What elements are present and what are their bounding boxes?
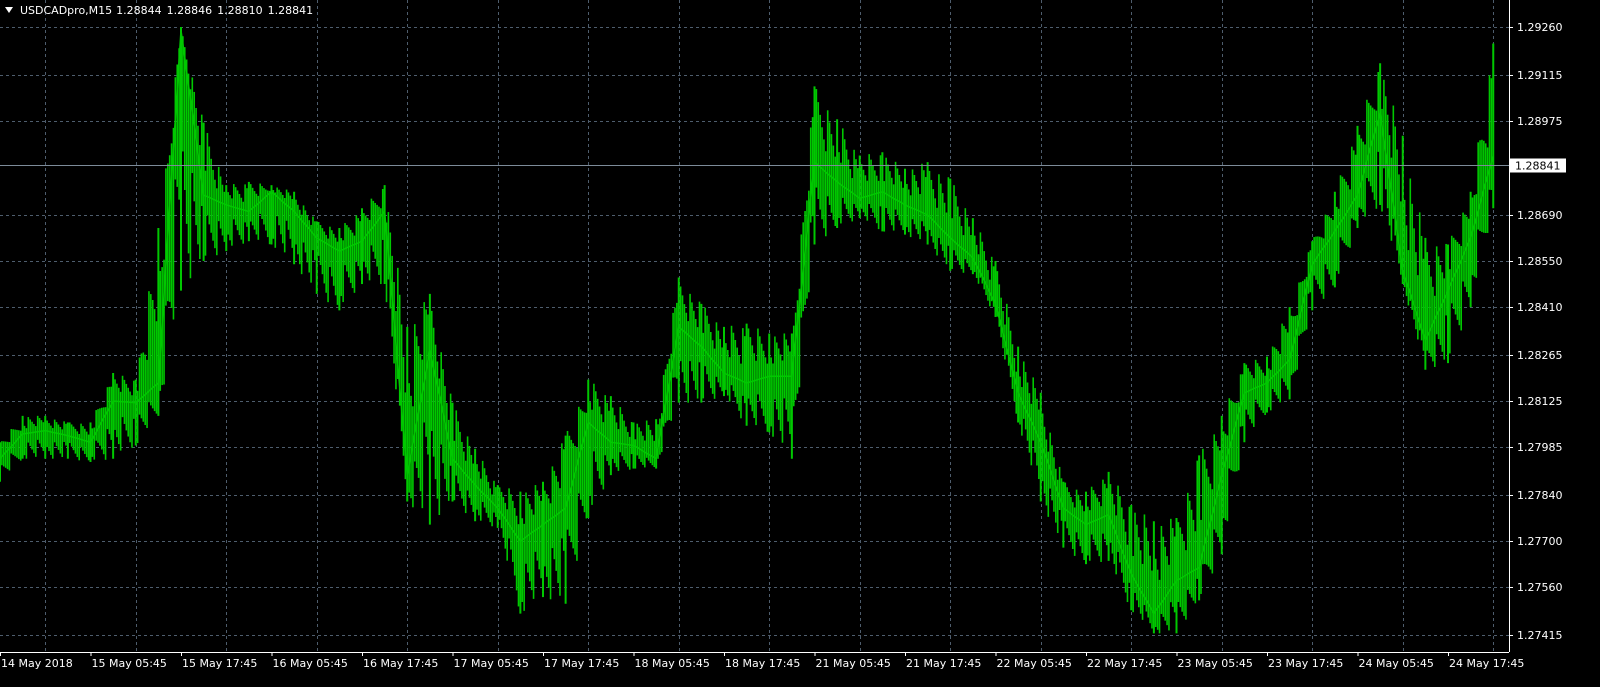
chart-menu-triangle-icon[interactable] xyxy=(5,7,13,13)
x-tick-label: 17 May 17:45 xyxy=(544,657,619,670)
high-value: 1.28846 xyxy=(166,3,213,17)
y-tick-label: 1.27415 xyxy=(1517,629,1563,642)
price-chart[interactable]: 1.28841 1.29260 1.29115 1.28975 1.28690 1.285… xyxy=(0,0,1600,687)
y-tick-label: 1.27840 xyxy=(1517,489,1563,502)
y-tick-label: 1.28550 xyxy=(1517,255,1563,268)
y-tick-label: 1.28975 xyxy=(1517,115,1563,128)
x-tick-label: 23 May 17:45 xyxy=(1268,657,1343,670)
y-tick-label: 1.28265 xyxy=(1517,349,1563,362)
x-tick-label: 22 May 17:45 xyxy=(1087,657,1162,670)
y-tick-label: 1.29260 xyxy=(1517,21,1563,34)
low-value: 1.28810 xyxy=(217,3,263,17)
open-value: 1.28844 xyxy=(116,3,162,17)
y-tick-label: 1.27985 xyxy=(1517,441,1563,454)
y-tick-label: 1.28690 xyxy=(1517,209,1563,222)
x-tick-label: 16 May 05:45 xyxy=(273,657,348,670)
y-tick-label: 1.27560 xyxy=(1517,581,1563,594)
ohlc-readout: 1.28844 1.28846 1.28810 1.28841 xyxy=(116,4,318,17)
x-tick-label: 23 May 05:45 xyxy=(1178,657,1253,670)
x-tick-label: 18 May 05:45 xyxy=(635,657,710,670)
x-tick-label: 15 May 17:45 xyxy=(182,657,257,670)
x-tick-label: 18 May 17:45 xyxy=(725,657,800,670)
current-price-label: 1.28841 xyxy=(1515,160,1561,173)
y-tick-label: 1.28125 xyxy=(1517,395,1563,408)
x-tick-label: 21 May 17:45 xyxy=(906,657,981,670)
symbol-timeframe: USDCADpro,M15 xyxy=(20,3,113,17)
close-value: 1.28841 xyxy=(267,3,314,17)
chart-header: USDCADpro,M15 1.28844 1.28846 1.28810 1.288… xyxy=(2,2,318,18)
close-trace xyxy=(0,30,1494,615)
chart-window[interactable]: 1.28841 1.29260 1.29115 1.28975 1.28690 1.285… xyxy=(0,0,1600,687)
x-tick-label: 17 May 05:45 xyxy=(454,657,529,670)
x-tick-label: 21 May 05:45 xyxy=(816,657,891,670)
x-tick-label: 22 May 05:45 xyxy=(997,657,1072,670)
x-tick-label: 24 May 05:45 xyxy=(1359,657,1434,670)
y-tick-label: 1.28410 xyxy=(1517,301,1563,314)
x-tick-label: 15 May 05:45 xyxy=(92,657,167,670)
y-tick-label: 1.29115 xyxy=(1517,69,1563,82)
x-tick-label: 14 May 2018 xyxy=(1,657,73,670)
x-tick-label: 16 May 17:45 xyxy=(363,657,438,670)
x-tick-label: 24 May 17:45 xyxy=(1449,657,1524,670)
y-tick-label: 1.27700 xyxy=(1517,535,1563,548)
